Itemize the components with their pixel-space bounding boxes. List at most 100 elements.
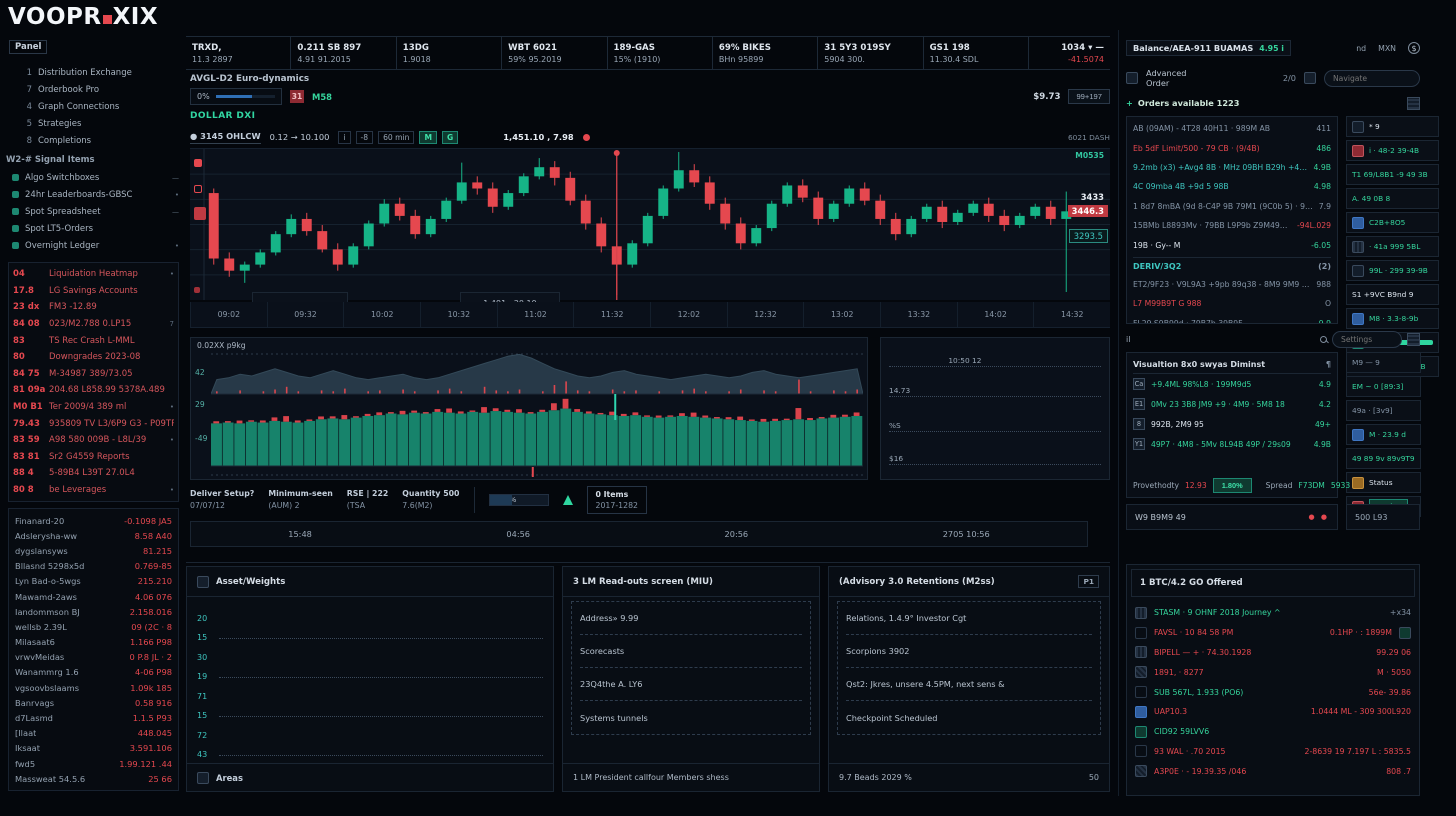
order-row[interactable]: 15BMb L8893Mv · 79BB L9P9b Z9M49d 8 9fBY… [1133,216,1331,235]
ticker-cell[interactable]: WBT 602159% 95.2019 [501,37,606,69]
watchlist-row[interactable]: Finanard-20-0.1098 JA5 [15,513,172,528]
quick-card[interactable]: * 9 [1346,116,1439,137]
readout-item[interactable]: Scorecasts [580,635,802,668]
advisory-corner-button[interactable]: P1 [1078,575,1099,588]
quick-card[interactable]: · 41a 999 5BL [1346,236,1439,257]
sidebar-signal-item[interactable]: Overnight Ledger• [12,237,179,254]
visualization-row[interactable]: Y149P7 · 4M8 - 5Mv 8L94B 49P / 29s094.9B [1133,434,1331,454]
transaction-row[interactable]: FAVSL · 10 84 58 PM0.1HP · : 1899M [1135,623,1411,643]
ticker-cell[interactable]: 69% BIKESBHn 95899 [712,37,817,69]
watchlist-row[interactable]: fwd51.99.121 .44 [15,756,172,771]
chart-alert-block-icon[interactable] [194,207,206,220]
sidebar-nav-item[interactable]: 5Strategies [12,115,179,132]
sidebar-nav-item[interactable]: 4Graph Connections [12,98,179,115]
header-link-2[interactable]: MXN [1378,44,1396,53]
sidebar-alert-item[interactable]: 81 09a204.68 L858.99 5378A.489 [13,382,174,399]
sidebar-alert-item[interactable]: 23 dxFM3 -12.89 [13,299,174,316]
chart-alert-dot-icon[interactable] [194,287,200,293]
sidebar-signal-item[interactable]: 24hr Leaderboards-GBSC• [12,186,179,203]
status-card[interactable]: EM ~ 0 [89:3] [1346,376,1421,397]
progress-box[interactable]: 0% [190,88,282,105]
sidebar-signal-item[interactable]: Spot Spreadsheet— [12,203,179,220]
active-timeframe-chip[interactable]: G [442,131,458,144]
transaction-row[interactable]: STASM · 9 OHNF 2018 Journey ^+x34 [1135,603,1411,623]
order-row[interactable]: FL29 S9B99d · 79B7b 39B9F9.9 [1133,314,1331,324]
quick-card[interactable]: C2B+8O5 [1346,212,1439,233]
watchlist-row[interactable]: wellsb 2.39L09 (2C · 8 [15,619,172,634]
order-row[interactable]: 4C 09mba 4B +9d 5 98B4.98 [1133,177,1331,196]
watchlist-row[interactable]: [Ilaat448.045 [15,726,172,741]
sidebar-alert-item[interactable]: 83 81Sr2 G4559 Reports [13,449,174,466]
status-card[interactable]: M9 — 9 [1346,352,1421,373]
copy-icon[interactable] [1304,72,1316,84]
subheader-button[interactable]: 99+197 [1068,89,1110,104]
sidebar-alert-item[interactable]: M0 B1Ter 2009/4 389 ml• [13,399,174,416]
sidebar-alert-item[interactable]: 84 75M-34987 389/73.05 [13,366,174,383]
watchlist-row[interactable]: Lyn Bad-o-5wgs215.210 [15,574,172,589]
ticker-cell[interactable]: 189-GAS15% (1910) [607,37,712,69]
watchlist-row[interactable]: dygslansyws81.215 [15,543,172,558]
quick-card[interactable]: A. 49 0B 8 [1346,188,1439,209]
lot-box[interactable]: 500 L93 [1346,504,1420,530]
readout-item[interactable]: Systems tunnels [580,701,802,734]
transaction-row[interactable]: SUB 567L, 1.933 (PO6)56e- 39.86 [1135,682,1411,702]
volume-panel[interactable]: 0.02XX p9kg 42 29 -49 [190,337,868,480]
sidebar-alert-item[interactable]: 80Downgrades 2023-08 [13,349,174,366]
watchlist-row[interactable]: Mawamd-2aws4.06 076 [15,589,172,604]
visualization-row[interactable]: Ca+9.4ML 98%L8 · 199M9d54.9 [1133,374,1331,394]
sidebar-alert-item[interactable]: 80 8be Leverages• [13,482,174,499]
sidebar-nav-item[interactable]: 1Distribution Exchange [12,64,179,81]
order-row[interactable]: ET2/9F23 · V9L9A3 +9pb 89q38 - 8M9 9M9 7… [1133,275,1331,294]
sidebar-alert-item[interactable]: 83TS Rec Crash L-MML [13,332,174,349]
settings-search-input[interactable] [1332,331,1402,348]
status-card[interactable]: Status [1346,472,1421,493]
ticker-cell[interactable]: 13DG1.9018 [396,37,501,69]
status-card[interactable]: M · 23.9 d [1346,424,1421,445]
visualization-row[interactable]: E10Mv 23 3B8 JM9 +9 · 4M9 · 5M8 184.2 [1133,394,1331,414]
watchlist-row[interactable]: Bllasnd 5298x5d0.769-85 [15,559,172,574]
sidebar-nav-item[interactable]: 8Completions [12,132,179,149]
readout-item[interactable]: 23Q4the A. LY6 [580,668,802,701]
apps-grid-icon[interactable] [1407,333,1420,346]
chart-alert-marker-icon[interactable] [194,159,202,167]
advisory-item[interactable]: Qst2: Jkres, unsere 4.5PM, next sens & [846,668,1092,701]
watchlist-row[interactable]: Milasaat61.166 P98 [15,635,172,650]
ticker-change-cell[interactable]: 1034 ▾ —-41.5074 [1028,37,1110,69]
readout-item[interactable]: Address» 9.99 [580,602,802,635]
quick-card[interactable]: S1 +9VC B9nd 9 [1346,284,1439,305]
sidebar-alert-item[interactable]: 84 08023/M2.788 0.LP157 [13,316,174,333]
advisory-item[interactable]: Relations, 1.4.9° Investor Cgt [846,602,1092,635]
sidebar-alert-item[interactable]: 04Liquidation Heatmap• [13,266,174,283]
watchlist-row[interactable]: Iksaat3.591.106 [15,741,172,756]
advisory-item[interactable]: Scorpions 3902 [846,635,1092,668]
visualization-row[interactable]: 8992B, 2M9 9549+ [1133,414,1331,434]
transaction-row[interactable]: A3P0E · - 19.39.35 /046808 .7 [1135,761,1411,781]
sidebar-signal-item[interactable]: Spot LT5-Orders [12,220,179,237]
navigate-search-input[interactable] [1324,70,1420,87]
status-card[interactable]: 49a · [3v9] [1346,400,1421,421]
active-timeframe-chip[interactable]: M [419,131,437,144]
watchlist-row[interactable]: vgsoovbslaams1.09k 185 [15,680,172,695]
pilcrow-icon[interactable]: ¶ [1326,360,1331,369]
order-row[interactable]: 1 8d7 8mBA (9d 8-C4P 9B 79M1 (9C0b 5) · … [1133,197,1331,216]
ticker-cell[interactable]: 31 5Y3 019SY5904 300. [817,37,922,69]
timeframe-chip[interactable]: -8 [356,131,374,144]
fill-progress-bar[interactable]: 88.5% [489,494,549,506]
header-link-1[interactable]: nd [1356,44,1366,53]
timeframe-chip[interactable]: i [338,131,350,144]
watchlist-row[interactable]: Wanammrg 1.64-06 P98 [15,665,172,680]
symbol-selector[interactable]: ● 3145 OHLCW [190,131,261,144]
advisory-item[interactable]: Checkpoint Scheduled [846,701,1092,734]
candlestick-chart[interactable]: M0535 3433 3446.3 3293.5 — — – 1,491 · 2… [190,148,1110,300]
transaction-row[interactable]: UAP10.31.0444 ML - 309 300L920 [1135,702,1411,722]
alert-dot-icon[interactable] [583,134,590,141]
profitability-button[interactable]: 1.80% [1213,478,1252,493]
ticker-cell[interactable]: TRXD,11.3 2897 [186,37,290,69]
advanced-order-label[interactable]: Advanced Order [1146,68,1205,88]
ticker-cell[interactable]: 0.211 SB 8974.91 91.2015 [290,37,395,69]
watchlist-row[interactable]: vrwvMeidas0 P.8 JL · 2 [15,650,172,665]
sidebar-alert-item[interactable]: 83 59A98 580 009B - L8L/39• [13,432,174,449]
quick-card[interactable]: T1 69/L8B1 -9 49 3B [1346,164,1439,185]
order-row[interactable]: 9.2mb (x3) +Avg4 8B · MHz 09BH B29h +49 … [1133,158,1331,177]
transaction-row[interactable]: CID92 59LVV6 [1135,722,1411,742]
